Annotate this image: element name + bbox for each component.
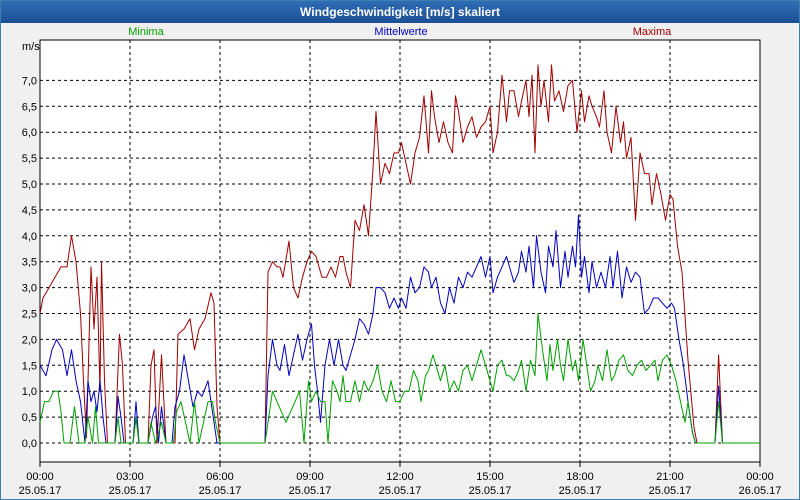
y-tick-label: 0,5 [22, 412, 37, 424]
x-tick-date: 25.05.17 [109, 485, 152, 497]
x-axis-ticks: 00:00 25.05.17 03:00 25.05.17 06:00 25.05.17 0… [19, 462, 782, 497]
y-tick-label: 6,0 [22, 127, 37, 139]
y-tick-label: 4,5 [22, 205, 37, 217]
wind-speed-chart: 0,0 0,5 1,0 1,5 2,0 2,5 3,0 3,5 4,0 4,5 5,0 5,5 6,0 6… [19, 26, 782, 497]
y-tick-label: 6,5 [22, 101, 37, 113]
legend-maxima: Maxima [633, 26, 672, 38]
x-tick-time: 00:00 [746, 471, 774, 483]
x-tick-time: 18:00 [566, 471, 594, 483]
y-tick-label: 3,0 [22, 283, 37, 295]
x-tick-time: 09:00 [296, 471, 324, 483]
y-tick-label: 4,0 [22, 231, 37, 243]
y-tick-label: 0,0 [22, 438, 37, 450]
x-tick-time: 03:00 [116, 471, 144, 483]
y-tick-label: 5,0 [22, 179, 37, 191]
x-tick-date: 25.05.17 [649, 485, 692, 497]
x-tick-date: 25.05.17 [469, 485, 512, 497]
y-tick-label: 2,5 [22, 309, 37, 321]
x-tick-time: 21:00 [656, 471, 684, 483]
x-tick-date: 25.05.17 [559, 485, 602, 497]
x-tick-date: 25.05.17 [379, 485, 422, 497]
x-tick-date: 25.05.17 [199, 485, 242, 497]
legend-minima: Minima [128, 26, 164, 38]
y-tick-label: 5,5 [22, 153, 37, 165]
y-axis-ticks: 0,0 0,5 1,0 1,5 2,0 2,5 3,0 3,5 4,0 4,5 5,0 5,5 6,0 6… [22, 75, 37, 450]
x-tick-time: 12:00 [386, 471, 414, 483]
x-tick-time: 06:00 [206, 471, 234, 483]
x-tick-date: 25.05.17 [289, 485, 332, 497]
legend-mittelwerte: Mittelwerte [374, 26, 427, 38]
y-tick-label: 3,5 [22, 257, 37, 269]
y-tick-label: 2,0 [22, 334, 37, 346]
x-tick-time: 00:00 [26, 471, 54, 483]
x-tick-date: 25.05.17 [19, 485, 62, 497]
y-tick-label: 1,0 [22, 386, 37, 398]
x-tick-time: 15:00 [476, 471, 504, 483]
y-tick-label: 1,5 [22, 360, 37, 372]
y-axis-label: m/s [22, 41, 40, 53]
x-tick-date: 26.05.17 [739, 485, 782, 497]
y-tick-label: 7,0 [22, 75, 37, 87]
